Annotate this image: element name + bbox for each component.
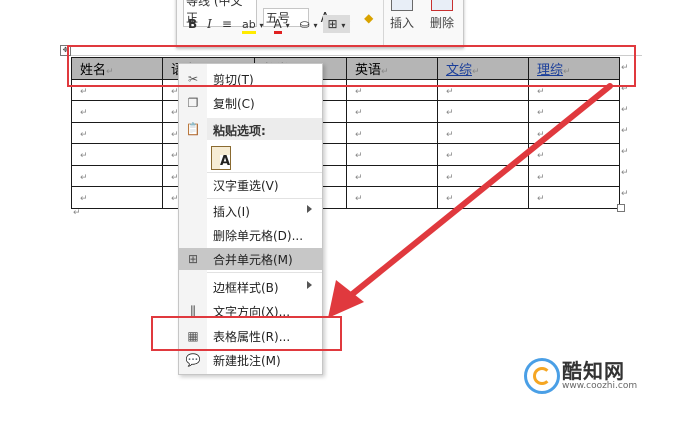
table-cell[interactable]: ↵ xyxy=(71,186,163,209)
mini-toolbar: 等线 (中文正 五号 A A ◆ B I ≡ ab ▾ A ▾ ⛀ ▾ ⊞ ▾ … xyxy=(176,0,464,48)
comment-icon: 💬 xyxy=(185,353,201,367)
menu-separator xyxy=(207,198,322,199)
menu-item-hanzi-reselect[interactable]: 汉字重选(V) xyxy=(179,174,322,196)
menu-item-copy[interactable]: ❐ 复制(C) xyxy=(179,92,322,114)
copy-icon: ❐ xyxy=(187,96,199,110)
menu-item-insert[interactable]: 插入(I) xyxy=(179,200,322,222)
menu-separator xyxy=(207,272,322,273)
logo-icon xyxy=(524,358,560,394)
table-cell[interactable]: ↵ xyxy=(71,100,163,123)
borders-icon: ⊞ xyxy=(327,17,338,31)
table-properties-highlight-box xyxy=(151,316,342,351)
table-cell[interactable]: ↵ xyxy=(71,121,163,144)
menu-item-border-styles[interactable]: 边框样式(B) xyxy=(179,276,322,298)
paragraph-mark: ↵ xyxy=(73,208,81,218)
insert-label: 插入 xyxy=(389,16,414,30)
font-color-icon: A xyxy=(273,17,282,34)
insert-table-icon xyxy=(391,0,413,11)
paint-bucket-icon: ⛀ xyxy=(299,17,310,31)
highlight-button[interactable]: ab ▾ xyxy=(237,15,269,34)
borders-button[interactable]: ⊞ ▾ xyxy=(322,15,351,33)
paste-text-icon: A xyxy=(220,154,231,169)
annotation-arrow xyxy=(328,83,613,318)
highlight-icon: ab xyxy=(241,18,256,34)
delete-table-icon xyxy=(431,0,453,11)
format-row: B I ≡ ab ▾ A ▾ ⛀ ▾ ⊞ ▾ xyxy=(183,15,351,34)
menu-item-new-comment[interactable]: 💬 新建批注(M) xyxy=(179,349,322,371)
delete-button[interactable]: 删除 xyxy=(422,0,462,45)
align-button[interactable]: ≡ xyxy=(217,15,237,33)
submenu-arrow-icon xyxy=(307,281,312,289)
paste-options-icon-cell: 📋 xyxy=(179,118,207,140)
delete-label: 删除 xyxy=(429,16,454,30)
site-logo: 酷知网 www.coozhi.com xyxy=(524,355,639,395)
logo-name: 酷知网 xyxy=(562,359,625,383)
clipboard-icon: 📋 xyxy=(185,122,201,136)
format-painter-icon[interactable]: ◆ xyxy=(364,11,373,25)
logo-url: www.coozhi.com xyxy=(562,381,638,391)
merge-cells-icon: ⊞ xyxy=(187,252,199,266)
menu-item-merge-cells[interactable]: ⊞ 合并单元格(M) xyxy=(179,248,322,270)
shading-button[interactable]: ⛀ ▾ xyxy=(295,15,323,33)
table-cell[interactable]: ↵ xyxy=(71,143,163,166)
bold-button[interactable]: B xyxy=(183,15,202,33)
menu-separator xyxy=(207,172,322,173)
paste-options-header: 粘贴选项: xyxy=(207,118,322,140)
table-cell[interactable]: ↵ xyxy=(71,164,163,187)
italic-button[interactable]: I xyxy=(202,15,217,33)
menu-item-delete-cells[interactable]: 删除单元格(D)... xyxy=(179,224,322,246)
paste-keep-text-only-button[interactable]: A xyxy=(211,146,231,170)
submenu-arrow-icon xyxy=(307,205,312,213)
insert-button[interactable]: 插入 xyxy=(382,0,422,45)
font-color-button[interactable]: A ▾ xyxy=(269,15,295,34)
